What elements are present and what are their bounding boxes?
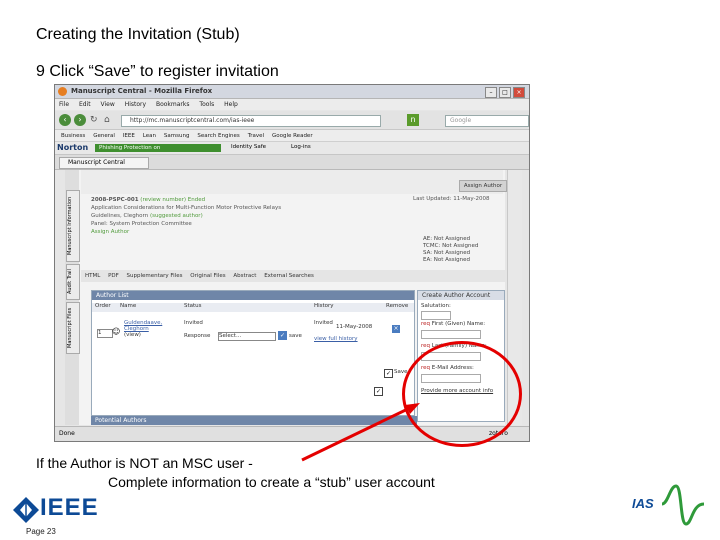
ieee-kite-icon bbox=[13, 497, 39, 523]
callout-arrow-line bbox=[301, 403, 417, 462]
caption-line-2: Complete information to create a “stub” … bbox=[108, 474, 435, 490]
callout-arrowhead bbox=[405, 403, 420, 414]
ias-logo-text: IAS bbox=[632, 496, 654, 511]
ias-logo-icon: IAS bbox=[632, 484, 705, 526]
caption-line-1: If the Author is NOT an MSC user - bbox=[36, 455, 253, 471]
ieee-logo-text: IEEE bbox=[40, 494, 99, 521]
page-number: Page 23 bbox=[26, 527, 56, 536]
